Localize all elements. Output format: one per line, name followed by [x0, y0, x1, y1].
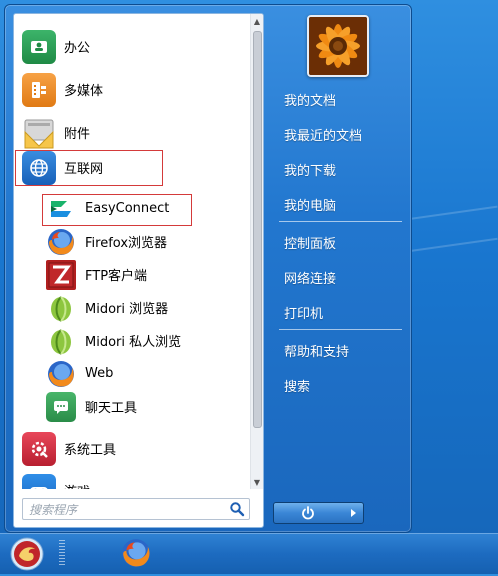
- flower-avatar-icon: [309, 17, 367, 75]
- link-my-documents[interactable]: 我的文档: [284, 90, 336, 109]
- search-icon[interactable]: [229, 501, 245, 517]
- link-network-connections[interactable]: 网络连接: [284, 268, 336, 287]
- power-icon: [302, 506, 314, 520]
- scroll-down-arrow-icon[interactable]: ▼: [251, 475, 263, 489]
- menu-item-label: 系统工具: [64, 443, 117, 458]
- menu-item-games[interactable]: 游戏: [22, 473, 90, 489]
- system-tools-icon: [22, 431, 56, 466]
- firefox-icon: [122, 539, 150, 567]
- menu-item-label: Web: [85, 366, 114, 381]
- link-my-downloads[interactable]: 我的下载: [284, 160, 336, 179]
- menu-item-firefox[interactable]: Firefox浏览器: [46, 225, 167, 258]
- menu-item-internet[interactable]: 互联网: [22, 150, 104, 185]
- menu-item-label: 互联网: [64, 162, 104, 177]
- easyconnect-icon: [46, 194, 76, 224]
- programs-pane: 办公 多媒体 附件 互联网 EasyConnect Firefox浏览器 FTP…: [13, 13, 264, 528]
- menu-item-office[interactable]: 办公: [22, 29, 91, 64]
- separator: [279, 329, 402, 330]
- search-input[interactable]: [27, 500, 221, 519]
- menu-item-accessories[interactable]: 附件: [22, 116, 90, 149]
- programs-scrollbar[interactable]: ▲ ▼: [250, 14, 263, 489]
- programs-list: 办公 多媒体 附件 互联网 EasyConnect Firefox浏览器 FTP…: [14, 14, 250, 489]
- link-recent-documents[interactable]: 我最近的文档: [284, 125, 362, 144]
- midori-icon: [46, 326, 76, 356]
- separator: [279, 221, 402, 222]
- taskbar-grip[interactable]: [59, 540, 65, 566]
- menu-item-multimedia[interactable]: 多媒体: [22, 72, 104, 107]
- taskbar: [0, 533, 498, 574]
- menu-item-web[interactable]: Web: [46, 357, 113, 390]
- menu-item-midori-private[interactable]: Midori 私人浏览: [46, 324, 181, 357]
- link-my-computer[interactable]: 我的电脑: [284, 195, 336, 214]
- start-orb-icon: [10, 537, 44, 571]
- multimedia-icon: [22, 72, 56, 107]
- web-icon: [46, 359, 76, 389]
- menu-item-label: 附件: [64, 127, 91, 142]
- link-control-panel[interactable]: 控制面板: [284, 233, 336, 252]
- menu-item-label: Firefox浏览器: [85, 236, 168, 251]
- menu-item-chat[interactable]: 聊天工具: [46, 390, 137, 423]
- search-box[interactable]: [22, 498, 250, 520]
- menu-item-label: 多媒体: [64, 84, 104, 99]
- menu-item-label: Midori 私人浏览: [85, 335, 182, 350]
- menu-item-system-tools[interactable]: 系统工具: [22, 431, 117, 466]
- menu-item-label: 聊天工具: [85, 401, 138, 416]
- power-button[interactable]: [273, 502, 343, 524]
- accessories-icon: [22, 116, 56, 150]
- link-printers[interactable]: 打印机: [284, 303, 323, 322]
- filezilla-icon: [46, 259, 76, 290]
- office-icon: [22, 29, 56, 64]
- games-icon: [22, 473, 56, 489]
- menu-item-label: 游戏: [64, 481, 90, 489]
- chat-icon: [46, 391, 76, 422]
- menu-item-ftp[interactable]: FTP客户端: [46, 258, 147, 291]
- menu-item-label: 办公: [64, 41, 91, 56]
- user-avatar[interactable]: [307, 15, 369, 77]
- menu-item-label: FTP客户端: [85, 269, 148, 284]
- power-options-button[interactable]: [342, 502, 364, 524]
- link-search[interactable]: 搜索: [284, 376, 310, 395]
- start-button[interactable]: [6, 536, 48, 572]
- arrow-right-icon: [350, 509, 356, 517]
- firefox-icon: [46, 227, 76, 257]
- start-menu: 办公 多媒体 附件 互联网 EasyConnect Firefox浏览器 FTP…: [4, 4, 412, 533]
- wallpaper-streak: [408, 237, 498, 253]
- midori-icon: [46, 293, 76, 323]
- menu-item-label: EasyConnect: [85, 201, 170, 216]
- scroll-up-arrow-icon[interactable]: ▲: [251, 14, 263, 28]
- internet-icon: [22, 150, 56, 185]
- menu-item-label: Midori 浏览器: [85, 302, 169, 317]
- scroll-thumb[interactable]: [253, 31, 262, 428]
- menu-item-midori[interactable]: Midori 浏览器: [46, 291, 168, 324]
- link-help-support[interactable]: 帮助和支持: [284, 341, 349, 360]
- taskbar-firefox-button[interactable]: [120, 537, 152, 569]
- menu-item-easyconnect[interactable]: EasyConnect: [46, 192, 169, 225]
